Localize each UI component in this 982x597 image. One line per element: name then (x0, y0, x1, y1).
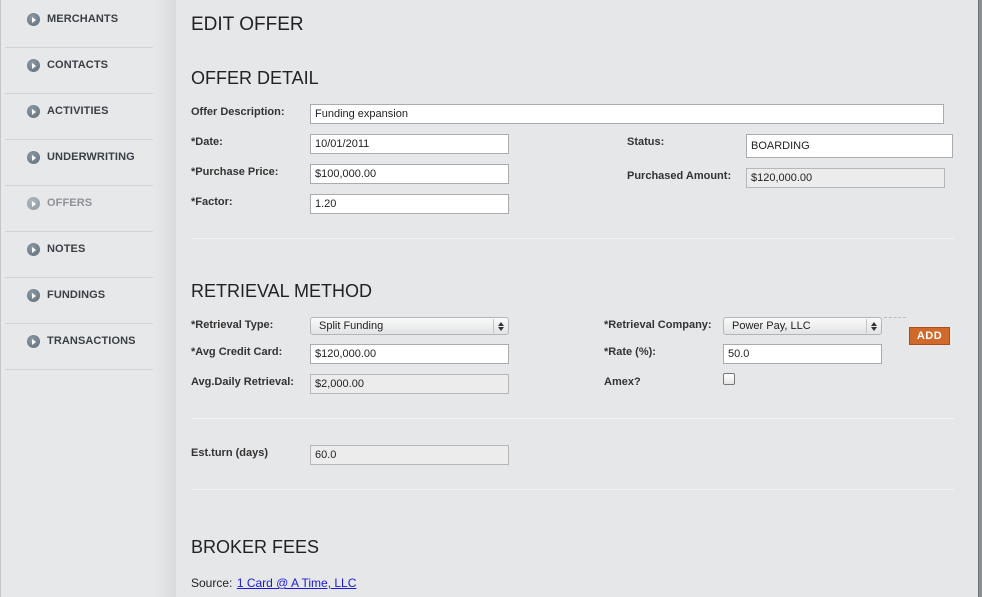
section-divider (191, 489, 954, 490)
retrieval-company-label: *Retrieval Company: (604, 319, 712, 331)
rate-input[interactable]: 50.0 (723, 344, 882, 364)
status-label: Status: (627, 136, 665, 148)
retrieval-company-selected: Power Pay, LLC (732, 320, 811, 332)
chevron-right-icon (27, 197, 40, 210)
section-heading-retrieval-method: RETRIEVAL METHOD (191, 281, 373, 301)
sidebar-item-merchants[interactable]: MERCHANTS (5, 2, 153, 48)
rate-label: *Rate (%): (604, 346, 656, 358)
window-edge (978, 0, 982, 597)
sidebar-item-label: FUNDINGS (47, 289, 106, 301)
avg-daily-retrieval-value: $2,000.00 (310, 374, 509, 394)
sidebar-item-label: OFFERS (47, 197, 93, 209)
sidebar-item-fundings[interactable]: FUNDINGS (5, 278, 153, 324)
purchased-amount-label: Purchased Amount: (627, 170, 732, 182)
sidebar-item-contacts[interactable]: CONTACTS (5, 48, 153, 94)
sidebar-item-label: ACTIVITIES (47, 105, 109, 117)
factor-label: *Factor: (191, 196, 233, 208)
purchase-price-input[interactable]: $100,000.00 (310, 164, 509, 184)
sidebar-item-label: MERCHANTS (47, 13, 119, 25)
broker-source-row: Source: 1 Card @ A Time, LLC (191, 574, 356, 592)
chevron-right-icon (27, 335, 40, 348)
est-turn-value: 60.0 (310, 445, 509, 465)
add-retrieval-company-button[interactable]: ADD (909, 327, 950, 345)
sidebar-item-label: CONTACTS (47, 59, 109, 71)
chevron-right-icon (27, 289, 40, 302)
sidebar-item-activities[interactable]: ACTIVITIES (5, 94, 153, 140)
main-content: EDIT OFFER OFFER DETAIL Offer Descriptio… (176, 0, 978, 597)
sidebar-item-offers[interactable]: OFFERS (5, 186, 153, 232)
chevron-right-icon (27, 59, 40, 72)
select-arrows-icon (493, 319, 507, 333)
section-heading-offer-detail: OFFER DETAIL (191, 68, 319, 88)
offer-description-label: Offer Description: (191, 106, 285, 118)
retrieval-type-label: *Retrieval Type: (191, 319, 274, 331)
chevron-right-icon (27, 13, 40, 26)
offer-description-input[interactable]: Funding expansion (310, 104, 944, 124)
retrieval-type-selected: Split Funding (319, 320, 384, 332)
sidebar-item-underwriting[interactable]: UNDERWRITING (5, 140, 153, 186)
sidebar-item-transactions[interactable]: TRANSACTIONS (5, 324, 153, 370)
chevron-right-icon (27, 243, 40, 256)
chevron-right-icon (27, 105, 40, 118)
factor-input[interactable]: 1.20 (310, 194, 509, 214)
est-turn-label: Est.turn (days) (191, 447, 269, 459)
section-divider (191, 418, 954, 419)
amex-label: Amex? (604, 376, 641, 388)
date-input[interactable]: 10/01/2011 (310, 134, 509, 154)
sidebar-item-label: UNDERWRITING (47, 151, 135, 163)
avg-credit-card-input[interactable]: $120,000.00 (310, 344, 509, 364)
section-divider (191, 238, 954, 239)
date-label: *Date: (191, 136, 223, 148)
decorative-dash (884, 317, 906, 318)
amex-checkbox[interactable] (723, 373, 735, 385)
select-arrows-icon (866, 319, 880, 333)
chevron-right-icon (27, 151, 40, 164)
avg-daily-retrieval-label: Avg.Daily Retrieval: (191, 376, 294, 388)
sidebar-item-notes[interactable]: NOTES (5, 232, 153, 278)
avg-credit-card-label: *Avg Credit Card: (191, 346, 283, 358)
sidebar-item-label: TRANSACTIONS (47, 335, 136, 347)
section-heading-broker-fees: BROKER FEES (191, 537, 320, 557)
sidebar-nav: MERCHANTS CONTACTS ACTIVITIES UNDERWRITI… (0, 0, 176, 597)
broker-source-link[interactable]: 1 Card @ A Time, LLC (237, 576, 357, 590)
status-input[interactable]: BOARDING (746, 134, 953, 158)
broker-source-label: Source: (191, 576, 233, 590)
retrieval-type-select[interactable]: Split Funding (310, 317, 509, 335)
page-title: EDIT OFFER (191, 14, 304, 35)
purchased-amount-value: $120,000.00 (746, 168, 945, 188)
retrieval-company-select[interactable]: Power Pay, LLC (723, 317, 882, 335)
sidebar-item-label: NOTES (47, 243, 86, 255)
purchase-price-label: *Purchase Price: (191, 166, 279, 178)
